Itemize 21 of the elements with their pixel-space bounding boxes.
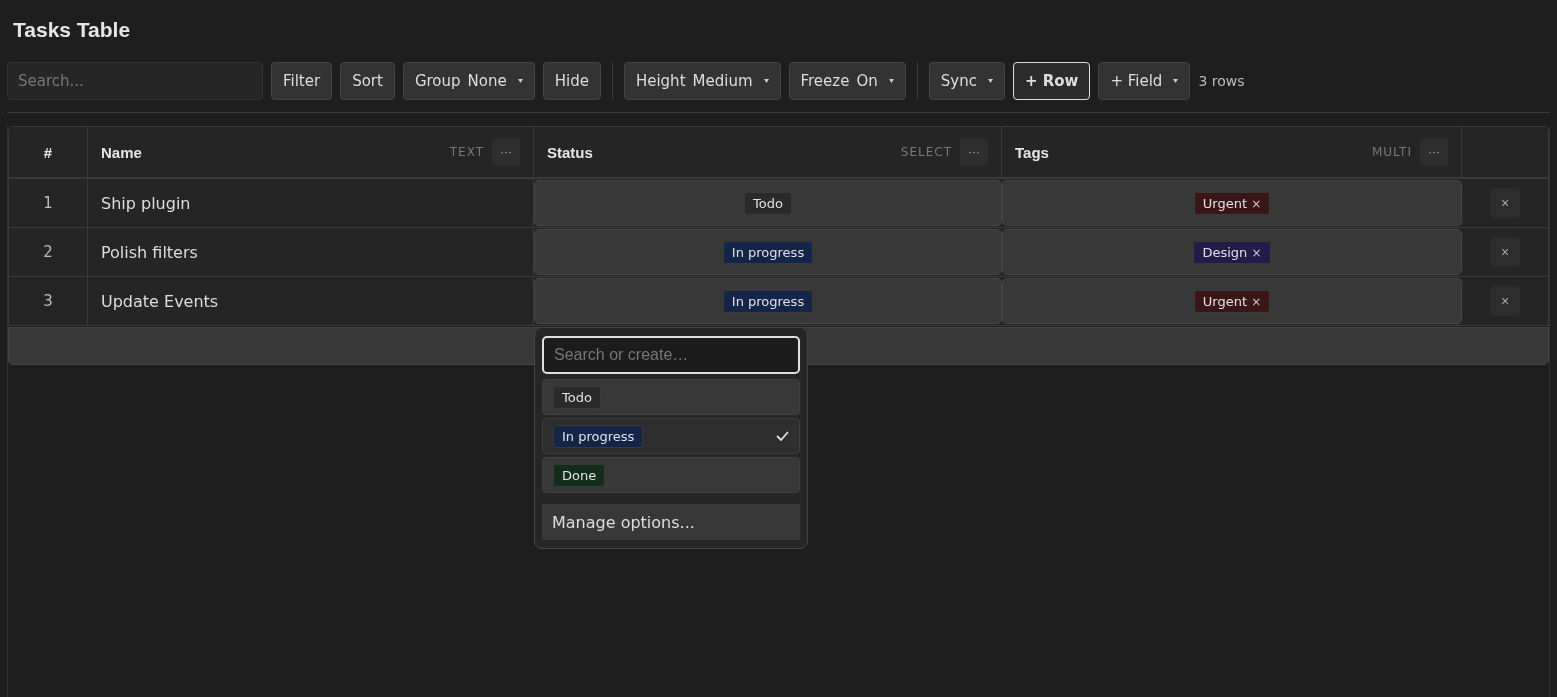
- row-number: 3: [9, 277, 88, 325]
- row-count: 3 rows: [1198, 73, 1245, 89]
- column-type: SELECT: [900, 145, 952, 159]
- status-tag: Todo: [744, 191, 792, 215]
- tag: Urgent ×: [1193, 191, 1271, 215]
- option-tag: Done: [553, 463, 606, 487]
- column-header: #: [43, 143, 53, 161]
- status-tag: In progress: [722, 289, 814, 313]
- column-header: Tags: [1015, 143, 1050, 161]
- option-tag: Todo: [553, 385, 601, 409]
- tag: Design ×: [1193, 240, 1271, 264]
- option-tag: In progress: [553, 424, 644, 448]
- column-type: MULTI: [1371, 145, 1412, 159]
- column-header: Status: [547, 143, 594, 161]
- column-type: TEXT: [449, 145, 484, 159]
- column-header: Name: [101, 143, 143, 161]
- page-title: Tasks Table: [13, 18, 132, 43]
- status-tag: In progress: [722, 240, 814, 264]
- row-number: 2: [9, 228, 88, 276]
- tag: Urgent ×: [1193, 289, 1271, 313]
- row-number: 1: [9, 179, 88, 227]
